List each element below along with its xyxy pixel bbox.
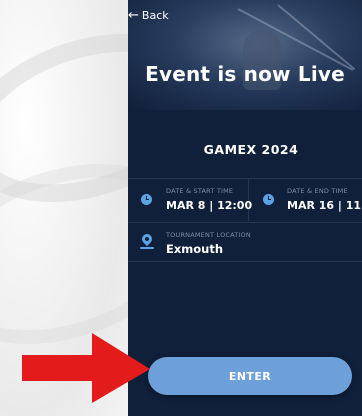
start-date-label: DATE & START TIME — [166, 187, 234, 195]
end-date-label: DATE & END TIME — [287, 187, 348, 195]
page-title: Event is now Live — [145, 62, 345, 86]
start-date-value: MAR 8 | 12:00 — [166, 199, 253, 212]
end-date-value: MAR 16 | 11:59 — [287, 199, 362, 212]
back-button[interactable]: ← Back — [128, 6, 169, 24]
event-dates-row: DATE & START TIME MAR 8 | 12:00 DATE & E… — [128, 178, 362, 221]
left-arrow-icon: ← — [128, 7, 139, 23]
pointer-arrow-icon — [22, 333, 150, 403]
pointer-arrow-shape — [22, 333, 150, 403]
back-label: Back — [141, 8, 169, 22]
clock-icon — [141, 194, 152, 205]
location-pin-icon — [139, 231, 155, 247]
location-value: Exmouth — [166, 242, 224, 256]
event-location-row: TOURNAMENT LOCATION Exmouth — [128, 222, 362, 262]
app-screen: ← Back Event is now Live GAMEX 2024 DATE… — [128, 0, 362, 416]
enter-button[interactable]: ENTER — [148, 357, 352, 395]
end-date-cell: DATE & END TIME MAR 16 | 11:59 — [249, 179, 362, 221]
location-label: TOURNAMENT LOCATION — [166, 231, 251, 239]
event-name: GAMEX 2024 — [203, 142, 299, 157]
location-pin-base — [140, 247, 154, 249]
start-date-cell: DATE & START TIME MAR 8 | 12:00 — [128, 179, 253, 221]
clock-icon — [263, 194, 274, 205]
